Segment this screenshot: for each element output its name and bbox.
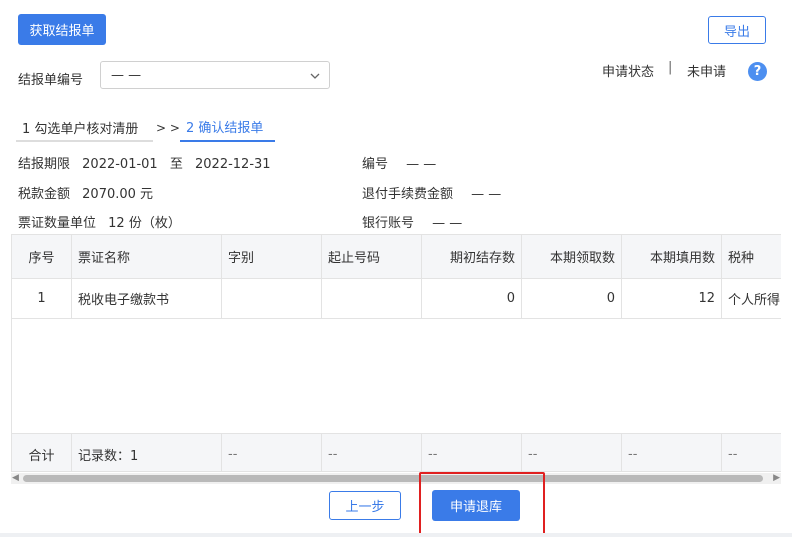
number-info: 编号 — —: [362, 153, 436, 172]
bank-label: 银行账号: [362, 216, 415, 231]
header-type: 字别: [222, 235, 322, 278]
unit-value: 12 份（枚）: [108, 216, 181, 231]
footer-cell: --: [622, 434, 722, 471]
table-horizontal-scrollbar[interactable]: ◀ ▶: [11, 473, 781, 484]
cell-range: [322, 278, 422, 318]
header-opening: 期初结存数: [422, 235, 522, 278]
header-range: 起止号码: [322, 235, 422, 278]
export-button[interactable]: 导出: [708, 16, 766, 44]
report-no-label: 结报单编号: [18, 73, 84, 88]
number-value: — —: [406, 157, 437, 172]
period-start: 2022-01-01: [82, 157, 158, 172]
tax-info: 税款金额 2070.00 元: [18, 183, 153, 202]
bank-info: 银行账号 — —: [362, 212, 462, 231]
fetch-report-button[interactable]: 获取结报单: [18, 14, 106, 45]
step-2-underline: [180, 140, 275, 142]
report-no-select[interactable]: — —: [100, 61, 330, 89]
help-icon[interactable]: ?: [748, 62, 767, 81]
table-row[interactable]: 1 税收电子缴款书 0 0 12 个人所得: [12, 278, 781, 319]
refund-fee-label: 退付手续费金额: [362, 187, 454, 202]
footer-cell: --: [728, 446, 738, 462]
refund-fee-info: 退付手续费金额 — —: [362, 183, 501, 202]
bank-value: — —: [432, 216, 463, 231]
status-label: 申请状态: [602, 65, 655, 80]
step-1-tab[interactable]: 1 勾选单户核对清册: [22, 118, 138, 137]
cell-tax-type: 个人所得: [728, 292, 781, 308]
header-tax-type: 税种: [728, 251, 755, 266]
period-end: 2022-12-31: [195, 157, 271, 172]
period-label: 结报期限: [18, 157, 71, 172]
cell-used: 12: [622, 278, 722, 318]
status-separator: |: [668, 60, 673, 75]
status-value: 未申请: [687, 65, 727, 80]
scrollbar-thumb[interactable]: [23, 475, 763, 482]
header-index: 序号: [12, 235, 72, 278]
unit-label: 票证数量单位: [18, 216, 97, 231]
footer-cell: --: [522, 434, 622, 471]
footer-record-count: 记录数：1: [72, 434, 222, 471]
footer-cell: --: [222, 434, 322, 471]
period-to: 至: [169, 157, 183, 172]
highlight-box: [419, 472, 545, 535]
step-separator: > >: [156, 121, 180, 135]
footer-cell: --: [322, 434, 422, 471]
header-used: 本期填用数: [622, 235, 722, 278]
period-info: 结报期限 2022-01-01 至 2022-12-31: [18, 153, 271, 172]
bottom-bar: [0, 533, 792, 537]
unit-info: 票证数量单位 12 份（枚）: [18, 212, 181, 231]
previous-step-button[interactable]: 上一步: [329, 491, 401, 520]
report-no-value: — —: [111, 67, 142, 83]
tax-value: 2070.00 元: [82, 187, 154, 202]
cell-type: [222, 278, 322, 318]
header-received: 本期领取数: [522, 235, 622, 278]
number-label: 编号: [362, 157, 389, 172]
footer-total-label: 合计: [12, 434, 72, 471]
chevron-down-icon: [310, 73, 320, 79]
step-2-tab[interactable]: 2 确认结报单: [186, 117, 263, 136]
table-header: 序号 票证名称 字别 起止号码 期初结存数 本期领取数 本期填用数 税种: [12, 235, 781, 279]
cell-opening: 0: [422, 278, 522, 318]
cell-received: 0: [522, 278, 622, 318]
ticket-table: 序号 票证名称 字别 起止号码 期初结存数 本期领取数 本期填用数 税种 1 税…: [11, 234, 781, 472]
step-1-underline: [16, 140, 153, 142]
footer-cell: --: [422, 434, 522, 471]
header-name: 票证名称: [72, 235, 222, 278]
refund-fee-value: — —: [471, 187, 502, 202]
tax-label: 税款金额: [18, 187, 71, 202]
table-footer: 合计 记录数：1 -- -- -- -- -- --: [12, 433, 781, 471]
cell-index: 1: [12, 278, 72, 318]
cell-name: 税收电子缴款书: [72, 278, 222, 318]
scroll-left-icon[interactable]: ◀: [12, 473, 19, 484]
scroll-right-icon[interactable]: ▶: [773, 473, 780, 484]
